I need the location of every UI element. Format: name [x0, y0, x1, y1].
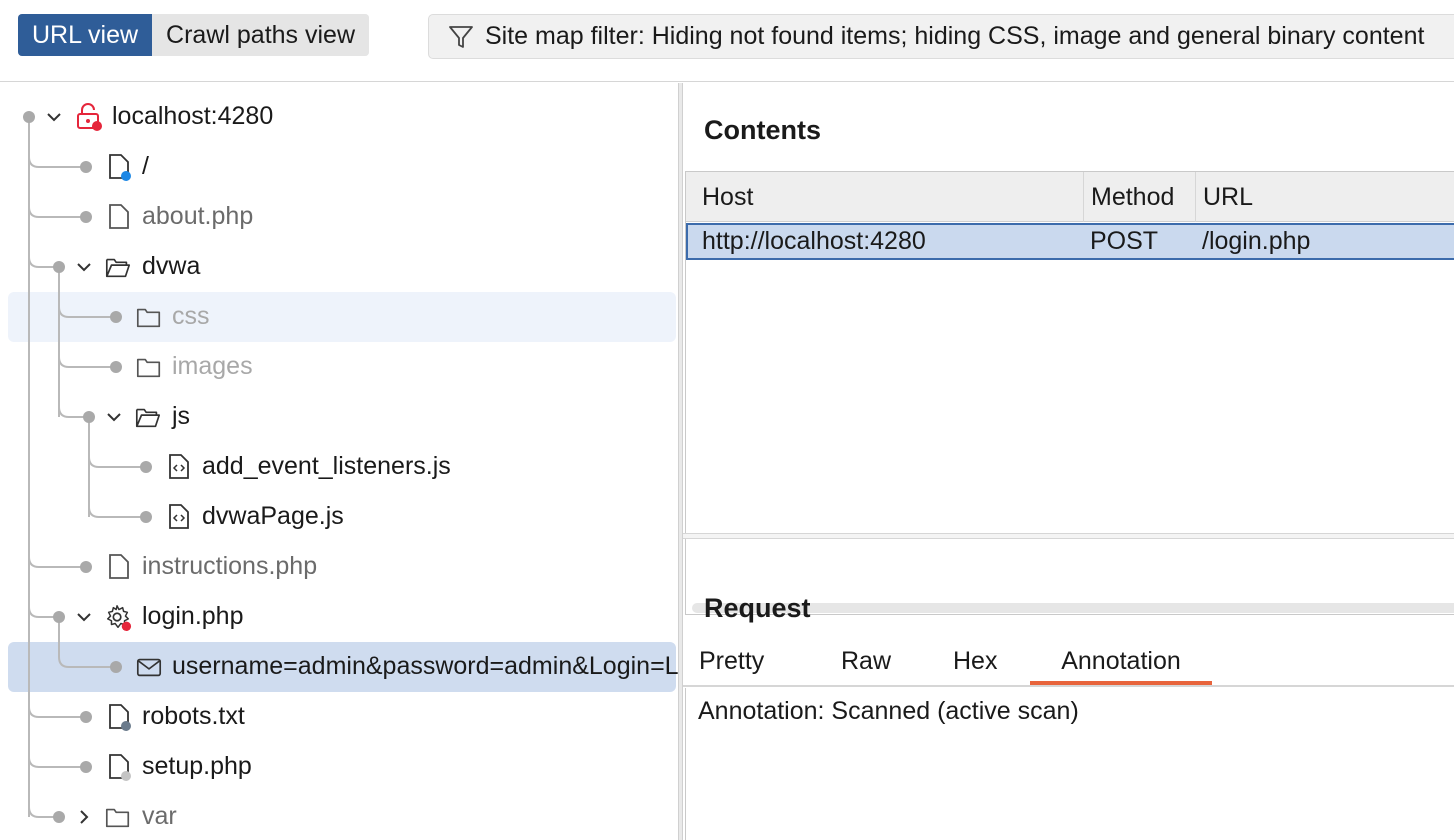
- filter-icon: [449, 25, 473, 48]
- gear-icon: [106, 605, 132, 631]
- site-map-tree: localhost:4280 / about.php dvwa css imag…: [0, 83, 678, 840]
- folder-icon: [136, 358, 161, 378]
- tree-node-setup[interactable]: setup.php: [142, 752, 252, 781]
- tree-node-images[interactable]: images: [172, 352, 253, 381]
- table-row[interactable]: http://localhost:4280 POST /login.php: [686, 223, 1454, 260]
- column-header-url[interactable]: URL: [1196, 172, 1454, 222]
- script-file-icon: [169, 504, 189, 529]
- site-map-filter-bar[interactable]: Site map filter: Hiding not found items;…: [428, 14, 1454, 59]
- tree-node-login[interactable]: login.php: [142, 602, 243, 631]
- tree-node-root-path[interactable]: /: [142, 152, 149, 181]
- contents-table-header: Host Method URL: [686, 172, 1454, 222]
- file-icon: [109, 554, 129, 579]
- chevron-down-icon[interactable]: [104, 407, 124, 427]
- chevron-down-icon[interactable]: [74, 257, 94, 277]
- chevron-down-icon[interactable]: [74, 607, 94, 627]
- tab-raw[interactable]: Raw: [841, 641, 921, 685]
- cell-host: http://localhost:4280: [702, 227, 926, 255]
- tree-node-dvwa[interactable]: dvwa: [142, 252, 200, 281]
- request-title: Request: [704, 593, 811, 623]
- folder-icon: [105, 808, 130, 828]
- tree-node-login-params[interactable]: username=admin&password=admin&Login=Logi…: [172, 652, 678, 681]
- cell-method: POST: [1090, 227, 1159, 255]
- contents-table: Host Method URL http://localhost:4280 PO…: [685, 171, 1454, 615]
- pane-splitter[interactable]: [683, 533, 1454, 539]
- tab-hex[interactable]: Hex: [953, 641, 1033, 685]
- tree-node-js[interactable]: js: [172, 402, 190, 431]
- details-panel: Contents Host Method URL http://localhos…: [683, 83, 1454, 840]
- script-file-icon: [169, 454, 189, 479]
- file-icon: [109, 154, 131, 181]
- crawl-paths-view-button[interactable]: Crawl paths view: [152, 14, 369, 56]
- filter-summary-text: Site map filter: Hiding not found items;…: [485, 22, 1425, 50]
- tab-annotation[interactable]: Annotation: [1030, 641, 1212, 685]
- contents-title: Contents: [704, 115, 821, 145]
- view-toggle: URL view Crawl paths view: [18, 14, 369, 56]
- column-header-host[interactable]: Host: [686, 172, 1084, 222]
- request-tabs: Pretty Raw Hex Annotation: [683, 641, 1454, 687]
- tree-node-localhost[interactable]: localhost:4280: [112, 102, 273, 131]
- tree-node-add-event-listeners[interactable]: add_event_listeners.js: [202, 452, 451, 481]
- tree-node-instructions[interactable]: instructions.php: [142, 552, 317, 581]
- chevron-right-icon[interactable]: [74, 807, 94, 827]
- column-header-method[interactable]: Method: [1084, 172, 1196, 222]
- tree-node-dvwapage[interactable]: dvwaPage.js: [202, 502, 344, 531]
- folder-icon: [136, 308, 161, 328]
- tab-pretty[interactable]: Pretty: [699, 641, 799, 685]
- unlocked-padlock-icon: [77, 103, 102, 131]
- open-folder-icon: [105, 258, 131, 278]
- tree-node-css[interactable]: css: [172, 302, 210, 331]
- url-view-button[interactable]: URL view: [18, 14, 153, 56]
- tree-node-var[interactable]: var: [142, 802, 177, 831]
- open-folder-icon: [135, 408, 161, 428]
- file-icon: [109, 204, 129, 229]
- tree-node-about[interactable]: about.php: [142, 202, 253, 231]
- chevron-down-icon[interactable]: [44, 107, 64, 127]
- annotation-text[interactable]: Annotation: Scanned (active scan): [698, 697, 1079, 726]
- cell-url: /login.php: [1202, 227, 1311, 255]
- envelope-icon: [136, 658, 162, 677]
- file-icon: [109, 704, 131, 731]
- tree-node-robots[interactable]: robots.txt: [142, 702, 245, 731]
- file-icon: [109, 754, 131, 781]
- top-toolbar: URL view Crawl paths view Site map filte…: [0, 0, 1454, 82]
